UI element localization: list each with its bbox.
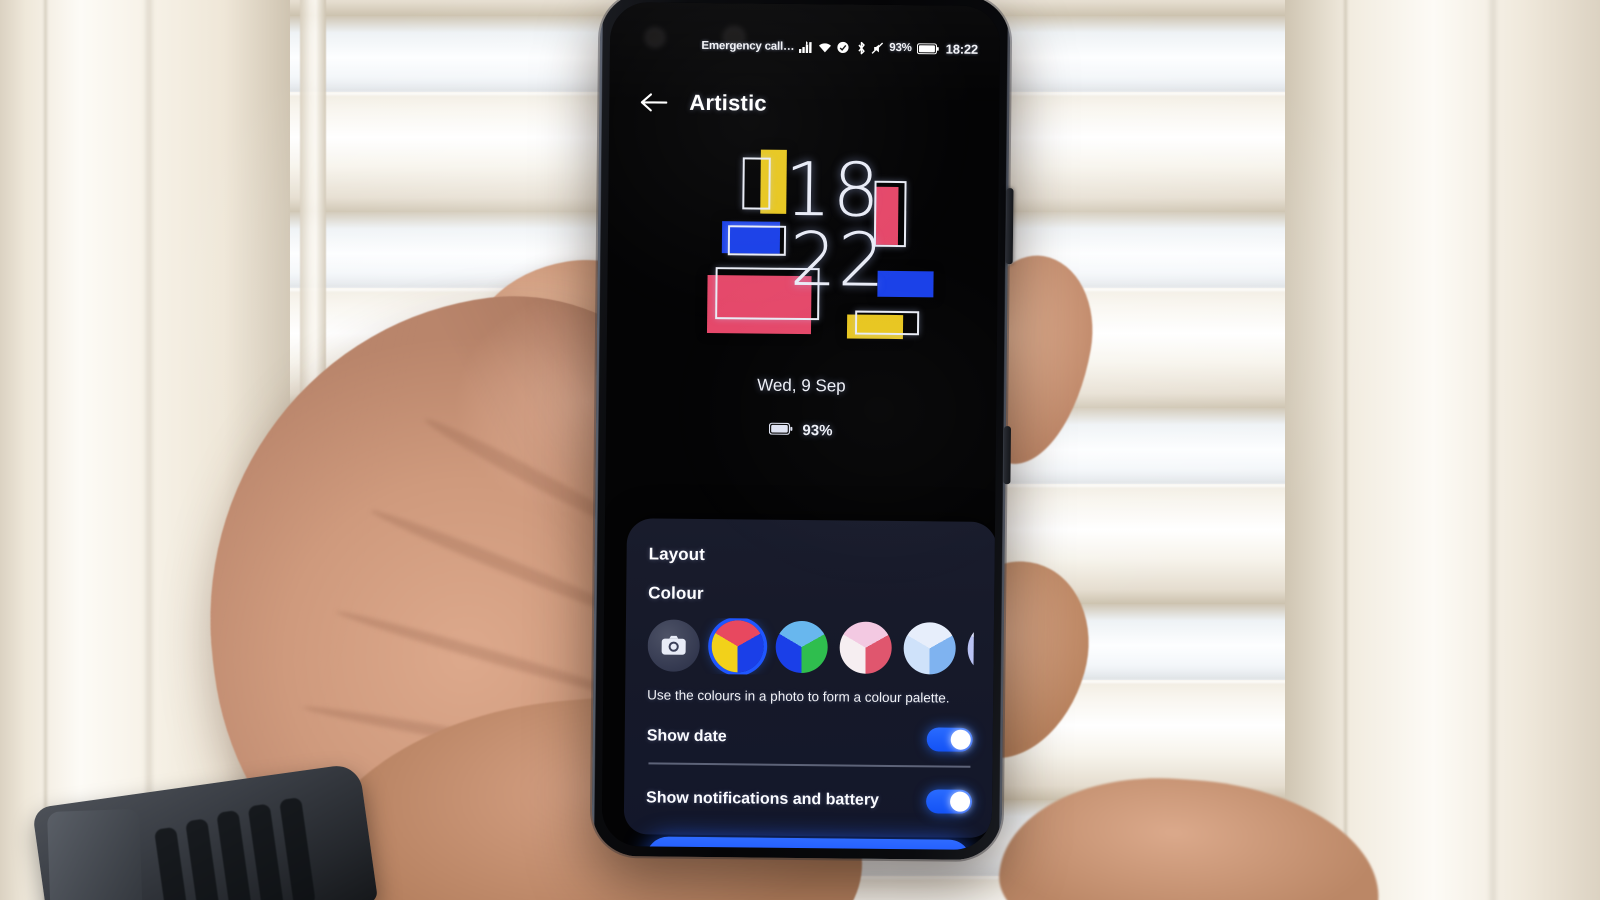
swatch-periwinkle[interactable] bbox=[967, 622, 974, 676]
mute-icon bbox=[871, 41, 884, 54]
back-arrow-icon[interactable] bbox=[639, 90, 668, 114]
colour-helper-text: Use the colours in a photo to form a col… bbox=[647, 687, 950, 706]
page-title: Artistic bbox=[689, 89, 767, 116]
swatch-pastel-pink[interactable] bbox=[839, 621, 892, 674]
toggle-knob bbox=[949, 791, 971, 812]
swatch-from-photo[interactable] bbox=[647, 619, 700, 672]
apply-button[interactable]: APPLY bbox=[645, 835, 972, 851]
show-date-label: Show date bbox=[646, 727, 727, 746]
colour-pie bbox=[711, 620, 764, 673]
battery-icon bbox=[916, 42, 939, 54]
shutter-tilt-rod bbox=[300, 0, 326, 900]
clock-minute: 22 bbox=[789, 216, 887, 304]
colour-pie bbox=[775, 620, 828, 674]
show-date-toggle[interactable] bbox=[926, 727, 973, 752]
shape-outline-yellow bbox=[742, 157, 771, 210]
layout-section-label[interactable]: Layout bbox=[649, 544, 975, 567]
lockscreen-battery: 93% bbox=[606, 420, 996, 441]
show-notifications-battery-row[interactable]: Show notifications and battery bbox=[646, 772, 973, 827]
colour-section-label: Colour bbox=[648, 583, 704, 603]
shutter-slat-edge bbox=[280, 876, 1285, 879]
battery-percent-label: 93% bbox=[889, 41, 912, 55]
photo-scene: Emergency call… 93% 18:22 Artistic 18 22… bbox=[0, 0, 1600, 900]
carrier-label: Emergency call… bbox=[701, 39, 795, 53]
lockscreen-date: Wed, 9 Sep bbox=[757, 375, 846, 396]
shape-outline-yellow-bottom bbox=[854, 310, 920, 336]
artistic-clock-widget[interactable]: 18 22 bbox=[607, 142, 999, 376]
show-notifications-battery-toggle[interactable] bbox=[925, 788, 973, 814]
phone-screen: Emergency call… 93% 18:22 Artistic 18 22… bbox=[601, 1, 1001, 851]
show-notifications-battery-label: Show notifications and battery bbox=[646, 788, 880, 809]
vpn-icon bbox=[837, 41, 849, 54]
shutter-frame-left bbox=[0, 0, 290, 900]
smartphone: Emergency call… 93% 18:22 Artistic 18 22… bbox=[591, 0, 1014, 861]
colour-pie bbox=[839, 621, 892, 674]
shutter-slat bbox=[280, 876, 1285, 900]
shape-outline-blue bbox=[727, 225, 787, 256]
camera-icon bbox=[661, 635, 686, 655]
clock-shapes-stage: 18 22 bbox=[677, 143, 979, 346]
accessory-lip bbox=[47, 808, 144, 900]
status-bar: Emergency call… 93% 18:22 bbox=[610, 35, 1000, 59]
colour-pie bbox=[967, 622, 974, 676]
swatch-pastel-ice[interactable] bbox=[903, 622, 956, 675]
shutter-frame-right bbox=[1285, 0, 1600, 900]
signal-icon bbox=[799, 41, 813, 54]
clock-hour: 18 bbox=[784, 146, 882, 234]
battery-icon bbox=[769, 422, 793, 439]
title-bar: Artistic bbox=[639, 80, 979, 128]
power-button[interactable] bbox=[1005, 188, 1014, 265]
wifi-icon bbox=[818, 41, 832, 53]
colour-pie bbox=[903, 622, 956, 675]
status-time: 18:22 bbox=[945, 40, 979, 57]
volume-button[interactable] bbox=[1003, 426, 1012, 485]
shape-blue-right bbox=[877, 270, 934, 298]
swatch-primary[interactable] bbox=[711, 620, 764, 673]
show-date-row[interactable]: Show date bbox=[646, 710, 973, 765]
colour-swatch-row[interactable] bbox=[647, 617, 974, 676]
bluetooth-icon bbox=[857, 41, 866, 54]
swatch-green-blue[interactable] bbox=[775, 620, 828, 674]
toggle-knob bbox=[950, 729, 971, 750]
lockscreen-battery-percent: 93% bbox=[802, 422, 833, 440]
settings-bottom-sheet: Layout Colour Use the colours in a photo… bbox=[623, 518, 998, 851]
